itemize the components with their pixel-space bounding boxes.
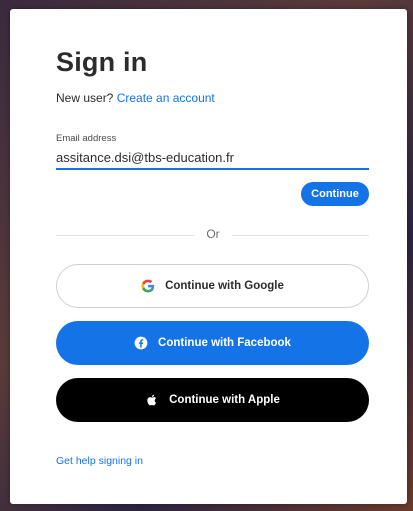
or-separator: Or xyxy=(194,227,232,241)
continue-with-facebook-button[interactable]: Continue with Facebook xyxy=(56,321,369,365)
google-icon xyxy=(141,279,155,293)
facebook-icon xyxy=(134,336,148,350)
page-title: Sign in xyxy=(56,47,148,77)
apple-button-label: Continue with Apple xyxy=(169,394,280,406)
signin-card: Sign in New user? Create an account Emai… xyxy=(10,9,407,504)
continue-button[interactable]: Continue xyxy=(301,182,369,206)
new-user-text: New user? xyxy=(56,91,114,105)
new-user-prompt: New user? Create an account xyxy=(56,91,215,105)
continue-with-google-button[interactable]: Continue with Google xyxy=(56,264,369,308)
continue-with-apple-button[interactable]: Continue with Apple xyxy=(56,378,369,422)
apple-icon xyxy=(145,393,159,407)
facebook-button-label: Continue with Facebook xyxy=(158,337,291,349)
email-field[interactable] xyxy=(56,146,369,170)
google-button-label: Continue with Google xyxy=(165,280,284,292)
create-account-link[interactable]: Create an account xyxy=(117,91,215,105)
email-label: Email address xyxy=(56,133,117,144)
help-signing-in-link[interactable]: Get help signing in xyxy=(56,455,143,467)
